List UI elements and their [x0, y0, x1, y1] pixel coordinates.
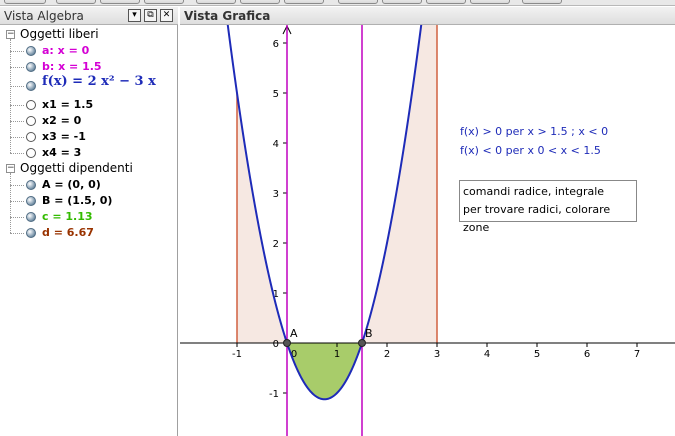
algebra-item[interactable]: x1 = 1.5 — [10, 97, 175, 113]
visibility-toggle-icon[interactable] — [26, 148, 36, 158]
algebra-item[interactable]: c = 1.13 — [10, 209, 175, 225]
y-tick-label: 0 — [273, 339, 279, 350]
x-tick-label: 2 — [384, 349, 390, 360]
algebra-item[interactable]: d = 6.67 — [10, 225, 175, 241]
toolbar-button[interactable] — [100, 0, 140, 4]
toolbar-button[interactable] — [382, 0, 422, 4]
tree-connector — [10, 121, 24, 122]
toolbar-button[interactable] — [144, 0, 184, 4]
positive-interval-annotation[interactable]: f(x) > 0 per x > 1.5 ; x < 0 — [460, 125, 608, 138]
toolbar-button[interactable] — [338, 0, 378, 4]
tree-connector — [10, 137, 24, 138]
y-tick-label: 2 — [273, 239, 279, 250]
algebra-item[interactable]: x3 = -1 — [10, 129, 175, 145]
y-tick-label: 3 — [273, 189, 279, 200]
algebra-item-text: b: x = 1.5 — [42, 60, 102, 73]
algebra-item-text: B = (1.5, 0) — [42, 194, 113, 207]
algebra-item[interactable]: x4 = 3 — [10, 145, 175, 161]
algebra-item[interactable]: f(x) = 2 x² − 3 x — [10, 74, 175, 97]
x-tick-label: 7 — [634, 349, 640, 360]
positive-area-fill — [237, 93, 287, 343]
algebra-item-text: x1 = 1.5 — [42, 98, 94, 111]
graphics-panel-title: Vista Grafica — [184, 9, 271, 23]
note-textbox[interactable]: comandi radice, integrale per trovare ra… — [459, 180, 637, 234]
toolbar-button[interactable] — [426, 0, 466, 4]
tree-guide-line — [10, 39, 11, 153]
algebra-item-text: x2 = 0 — [42, 114, 82, 127]
note-line-1: comandi radice, integrale — [463, 185, 605, 198]
tree-connector — [10, 201, 24, 202]
toolbar-button[interactable] — [522, 0, 562, 4]
visibility-toggle-icon[interactable] — [26, 46, 36, 56]
tree-connector — [10, 105, 24, 106]
algebra-item[interactable]: x2 = 0 — [10, 113, 175, 129]
algebra-item[interactable]: B = (1.5, 0) — [10, 193, 175, 209]
algebra-panel-title: Vista Algebra — [4, 9, 84, 23]
negative-interval-annotation[interactable]: f(x) < 0 per x 0 < x < 1.5 — [460, 144, 601, 157]
tree-connector — [10, 233, 24, 234]
visibility-toggle-icon[interactable] — [26, 100, 36, 110]
x-tick-label: 4 — [484, 349, 490, 360]
toolbar-button[interactable] — [284, 0, 324, 4]
tree-guide-line — [10, 173, 11, 233]
x-tick-label: -1 — [232, 349, 242, 360]
algebra-item-text: x4 = 3 — [42, 146, 82, 159]
panel-undock-button[interactable]: ⧉ — [144, 9, 157, 22]
toolbar-button[interactable] — [470, 0, 510, 4]
algebra-panel-header: Vista Algebra ▾ ⧉ ✕ — [0, 7, 178, 25]
algebra-item-text: a: x = 0 — [42, 44, 90, 57]
algebra-panel: Vista Algebra ▾ ⧉ ✕ − Oggetti liberi a: x … — [0, 7, 178, 436]
y-tick-label: -1 — [269, 389, 279, 400]
panel-menu-button[interactable]: ▾ — [128, 9, 141, 22]
algebra-item-text: c = 1.13 — [42, 210, 93, 223]
algebra-item[interactable]: A = (0, 0) — [10, 177, 175, 193]
algebra-item-text: d = 6.67 — [42, 226, 94, 239]
tree-connector — [10, 67, 24, 68]
visibility-toggle-icon[interactable] — [26, 132, 36, 142]
toolbar-button[interactable] — [196, 0, 236, 4]
y-tick-label: 5 — [273, 89, 279, 100]
graphics-panel-header: Vista Grafica — [180, 7, 675, 25]
algebra-item-text: f(x) = 2 x² − 3 x — [42, 74, 156, 89]
tree-group-label: Oggetti dipendenti — [20, 161, 133, 175]
visibility-toggle-icon[interactable] — [26, 81, 36, 91]
visibility-toggle-icon[interactable] — [26, 180, 36, 190]
x-tick-label: 1 — [334, 349, 340, 360]
algebra-item-text: A = (0, 0) — [42, 178, 101, 191]
tree-connector — [10, 86, 24, 87]
toolbar-button[interactable] — [56, 0, 96, 4]
visibility-toggle-icon[interactable] — [26, 116, 36, 126]
visibility-toggle-icon[interactable] — [26, 212, 36, 222]
x-tick-label: 6 — [584, 349, 590, 360]
visibility-toggle-icon[interactable] — [26, 62, 36, 72]
toolbar — [0, 0, 675, 6]
point-marker — [283, 339, 291, 347]
algebra-item-text: x3 = -1 — [42, 130, 86, 143]
collapse-toggle-icon[interactable]: − — [6, 164, 15, 173]
note-line-2: per trovare radici, colorare zone — [463, 203, 611, 234]
toolbar-button[interactable] — [4, 0, 46, 4]
y-tick-label: 6 — [273, 39, 279, 50]
algebra-item[interactable]: b: x = 1.5 — [10, 59, 175, 75]
tree-connector — [10, 217, 24, 218]
panel-close-button[interactable]: ✕ — [160, 9, 173, 22]
point-label: A — [290, 327, 298, 340]
y-tick-label: 4 — [273, 139, 279, 150]
tree-connector — [10, 153, 24, 154]
visibility-toggle-icon[interactable] — [26, 196, 36, 206]
tree-connector — [10, 185, 24, 186]
x-tick-label: 3 — [434, 349, 440, 360]
point-marker — [358, 339, 366, 347]
toolbar-button[interactable] — [240, 0, 280, 4]
point-label: B — [365, 327, 373, 340]
tree-connector — [10, 51, 24, 52]
visibility-toggle-icon[interactable] — [26, 228, 36, 238]
tree-group-label: Oggetti liberi — [20, 27, 99, 41]
x-tick-label: 5 — [534, 349, 540, 360]
algebra-item[interactable]: a: x = 0 — [10, 43, 175, 59]
collapse-toggle-icon[interactable]: − — [6, 30, 15, 39]
